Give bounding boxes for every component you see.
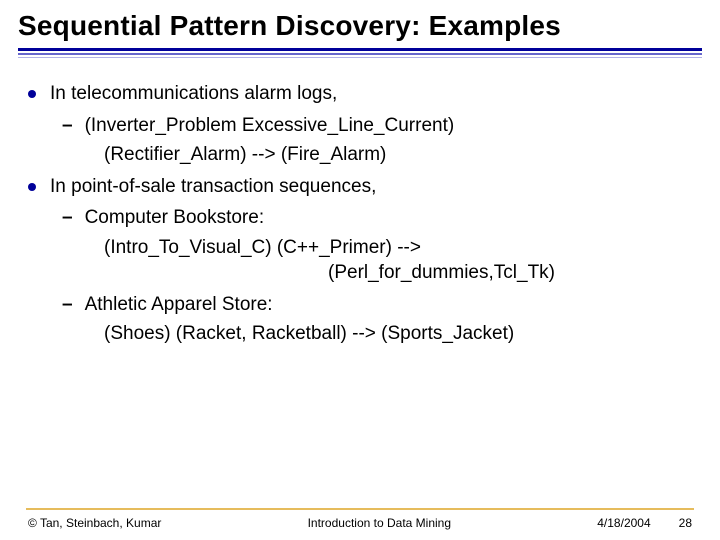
footer-divider: [26, 508, 694, 510]
continuation-line: (Perl_for_dummies,Tcl_Tk): [328, 259, 696, 287]
bullet-icon: [28, 183, 36, 191]
sub-bullet-item: – Athletic Apparel Store:: [62, 291, 696, 319]
footer-copyright: © Tan, Steinbach, Kumar: [28, 516, 161, 530]
footer-page: 28: [679, 516, 692, 530]
bullet-item: In telecommunications alarm logs,: [28, 80, 696, 108]
footer: © Tan, Steinbach, Kumar Introduction to …: [0, 516, 720, 530]
sub-bullet-text: (Inverter_Problem Excessive_Line_Current…: [85, 112, 455, 140]
footer-date: 4/18/2004: [597, 516, 650, 530]
continuation-line: (Intro_To_Visual_C) (C++_Primer) -->: [104, 234, 696, 262]
bullet-item: In point-of-sale transaction sequences,: [28, 173, 696, 201]
bullet-text: In telecommunications alarm logs,: [50, 80, 337, 108]
dash-icon: –: [62, 291, 73, 319]
footer-center: Introduction to Data Mining: [161, 516, 597, 530]
content-area: In telecommunications alarm logs, – (Inv…: [0, 58, 720, 348]
dash-icon: –: [62, 204, 73, 232]
continuation-line: (Shoes) (Racket, Racketball) --> (Sports…: [104, 320, 696, 348]
title-divider: [18, 48, 702, 58]
sub-bullet-item: – Computer Bookstore:: [62, 204, 696, 232]
page-title: Sequential Pattern Discovery: Examples: [0, 0, 720, 48]
continuation-line: (Rectifier_Alarm) --> (Fire_Alarm): [104, 141, 696, 169]
dash-icon: –: [62, 112, 73, 140]
bullet-text: In point-of-sale transaction sequences,: [50, 173, 376, 201]
slide: Sequential Pattern Discovery: Examples I…: [0, 0, 720, 540]
sub-bullet-item: – (Inverter_Problem Excessive_Line_Curre…: [62, 112, 696, 140]
sub-bullet-text: Athletic Apparel Store:: [85, 291, 273, 319]
bullet-icon: [28, 90, 36, 98]
sub-bullet-text: Computer Bookstore:: [85, 204, 265, 232]
